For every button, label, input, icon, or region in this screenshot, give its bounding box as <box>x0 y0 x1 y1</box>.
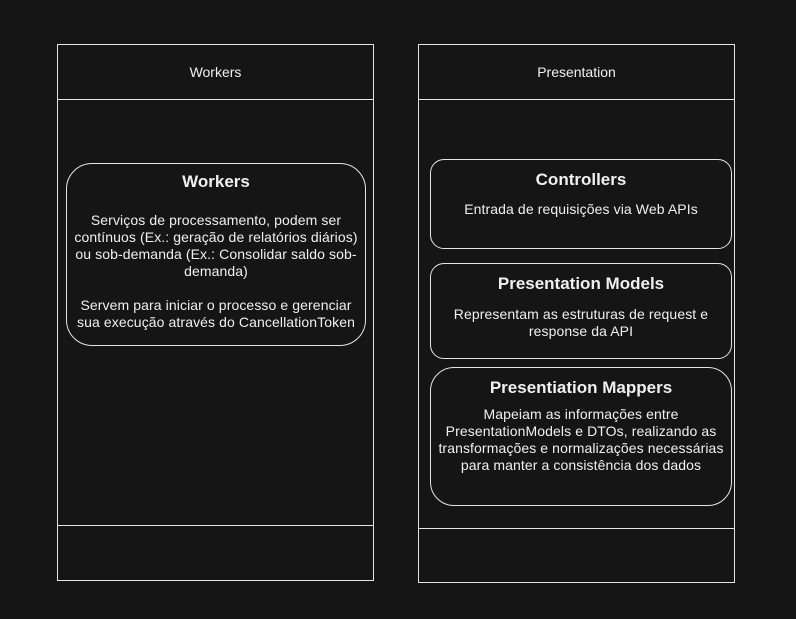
controllers-card-body: Entrada de requisições via Web APIs <box>464 201 698 217</box>
presentation-lane-footer <box>419 528 734 583</box>
workers-card-purpose: Servem para iniciar o processo e gerenci… <box>76 297 356 330</box>
presentation-mappers-card-title: Presentiation Mappers <box>489 378 673 397</box>
presentation-lane-header: Presentation <box>419 45 734 100</box>
controllers-card-title: Controllers <box>535 170 627 189</box>
workers-card-title: Workers <box>182 172 250 191</box>
presentation-models-card: Presentation Models Representam as estru… <box>430 263 732 359</box>
presentation-models-card-title: Presentation Models <box>497 274 665 293</box>
presentation-lane: Presentation Controllers Entrada de requ… <box>418 44 735 583</box>
workers-card: Workers Serviços de processamento, podem… <box>66 163 366 346</box>
controllers-card: Controllers Entrada de requisições via W… <box>430 159 732 249</box>
workers-card-description: Serviços de processamento, podem ser con… <box>74 212 358 279</box>
workers-lane: Workers Workers Serviços de processament… <box>57 44 374 581</box>
workers-lane-header: Workers <box>58 45 373 100</box>
presentation-models-card-body: Representam as estruturas de request e r… <box>453 306 709 339</box>
presentation-mappers-card: Presentiation Mappers Mapeiam as informa… <box>430 367 732 506</box>
diagram-canvas: Workers Workers Serviços de processament… <box>0 0 796 619</box>
workers-lane-footer <box>58 525 373 581</box>
presentation-mappers-card-body: Mapeiam as informações entre Presentatio… <box>438 406 724 473</box>
workers-card-body: Serviços de processamento, podem ser con… <box>71 212 361 331</box>
